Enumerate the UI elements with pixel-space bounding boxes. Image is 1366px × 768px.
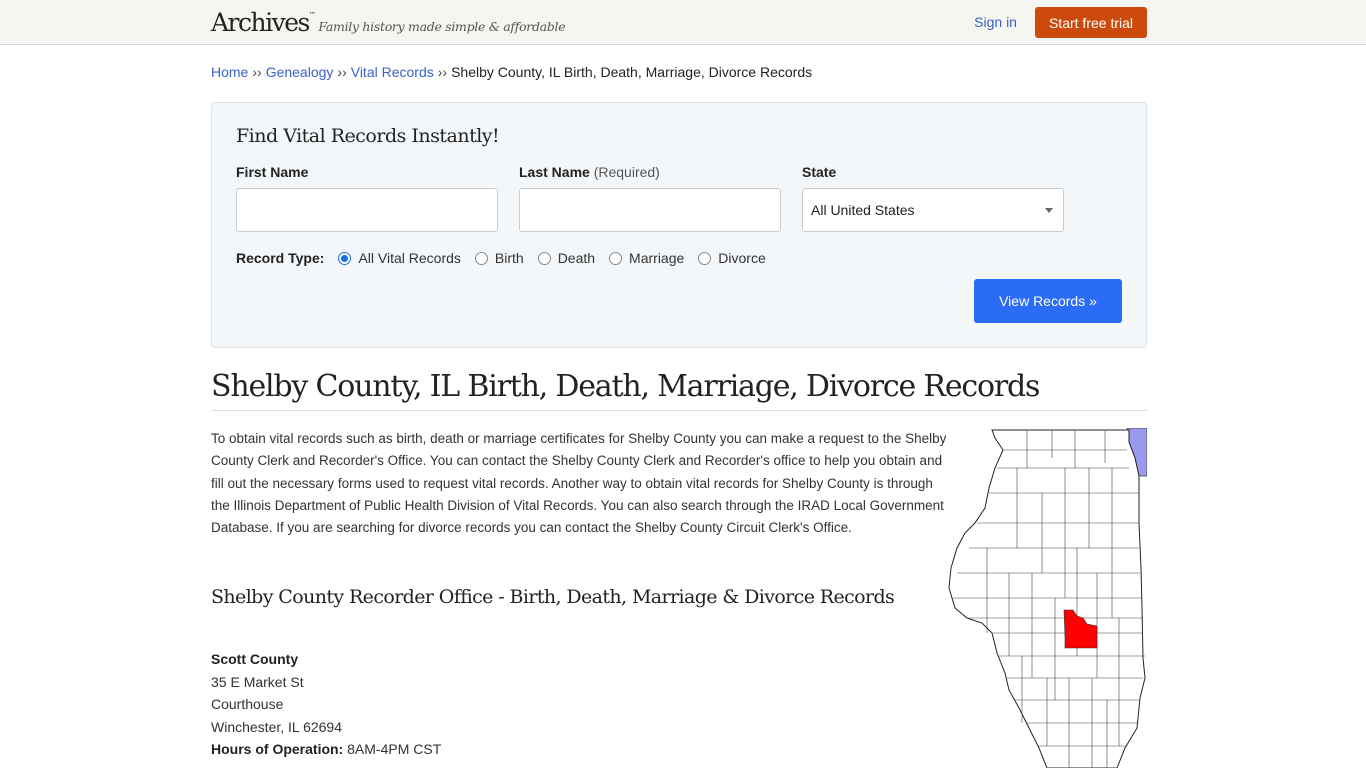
record-type-group: Record Type: All Vital Records Birth Dea… [236,250,1122,266]
county-map [947,427,1148,768]
tagline: Family history made simple & affordable [318,18,566,34]
view-records-button[interactable]: View Records » [974,279,1122,323]
radio-divorce[interactable]: Divorce [698,250,766,266]
page-title: Shelby County, IL Birth, Death, Marriage… [211,369,1147,411]
top-navbar: Archives™ Family history made simple & a… [0,0,1366,45]
first-name-label: First Name [236,164,309,180]
chevron-down-icon [1045,207,1053,213]
radio-icon[interactable] [609,251,623,265]
radio-icon[interactable] [698,251,712,265]
radio-death[interactable]: Death [537,250,595,266]
breadcrumb: Home ›› Genealogy ›› Vital Records ›› Shelby C… [211,64,1147,80]
hours: Hours of Operation: 8AM-4PM CST [211,741,442,758]
breadcrumb-separator: ›› [337,64,347,80]
breadcrumb-genealogy[interactable]: Genealogy [266,64,334,80]
breadcrumb-home[interactable]: Home [211,64,248,80]
intro-paragraph: To obtain vital records such as birth, d… [211,431,947,536]
breadcrumb-vital-records[interactable]: Vital Records [351,64,434,80]
radio-icon[interactable] [474,251,488,265]
breadcrumb-current: Shelby County, IL Birth, Death, Marriage… [451,64,813,80]
office-address: Scott County 35 E Market St Courthouse W… [211,648,951,760]
logo[interactable]: Archives™ [211,8,318,37]
radio-birth[interactable]: Birth [474,250,524,266]
state-select[interactable]: All United States [802,188,1064,232]
address-line-2: Courthouse [211,696,284,713]
section-title: Shelby County Recorder Office - Birth, D… [211,586,895,609]
last-name-input[interactable] [519,188,781,232]
city-line: Winchester, IL 62694 [211,718,343,735]
last-name-label: Last Name (Required) [519,164,660,180]
sign-in-link[interactable]: Sign in [974,14,1017,30]
state-label: State [802,164,837,180]
breadcrumb-separator: ›› [252,64,262,80]
brand[interactable]: Archives™ Family history made simple & a… [211,8,566,37]
search-title: Find Vital Records Instantly! [236,125,500,147]
radio-checked-icon[interactable] [338,251,352,265]
required-hint: (Required) [593,164,660,180]
radio-marriage[interactable]: Marriage [609,250,684,266]
radio-all-vital-records[interactable]: All Vital Records [338,250,461,266]
record-type-label: Record Type: [236,250,325,266]
state-selected-value: All United States [811,202,915,218]
radio-icon[interactable] [537,251,551,265]
start-free-trial-button[interactable]: Start free trial [1034,6,1147,38]
breadcrumb-separator: ›› [437,64,448,80]
search-form: Find Vital Records Instantly! First Name… [211,102,1147,348]
first-name-input[interactable] [236,188,498,232]
illinois-map-icon [948,427,1148,768]
trademark: ™ [308,10,316,19]
address-line-1: 35 E Market St [211,673,304,690]
office-name: Scott County [211,651,299,668]
